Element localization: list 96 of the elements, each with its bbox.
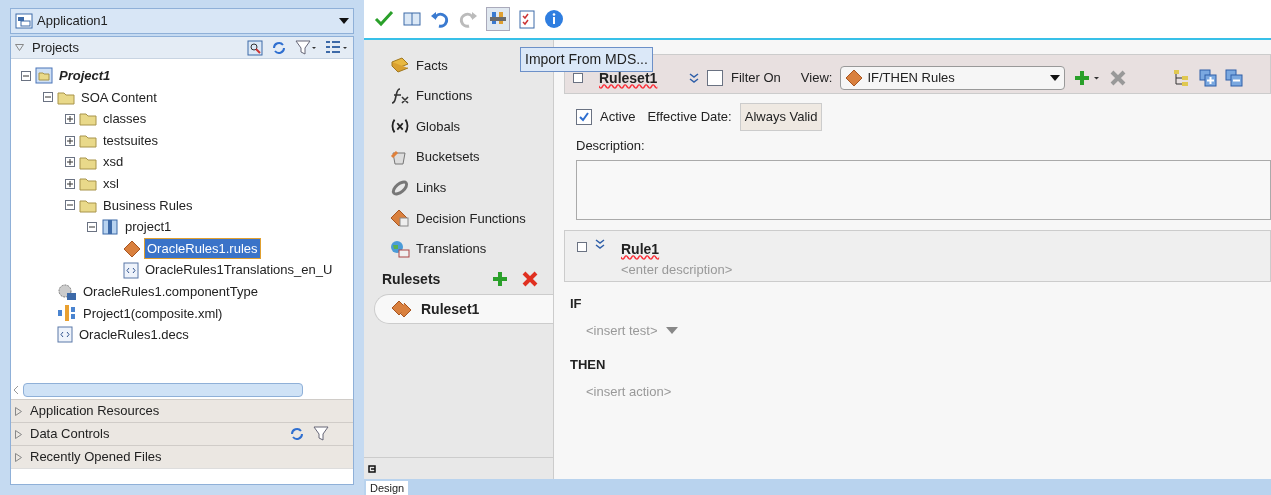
refresh-icon[interactable] [289, 426, 305, 442]
tree-item[interactable]: testsuites [101, 130, 160, 151]
search-icon[interactable] [247, 39, 263, 56]
filter-checkbox[interactable] [707, 70, 723, 86]
expand-triangle-icon[interactable] [15, 429, 22, 439]
list-options-icon[interactable] [325, 39, 349, 56]
xml-file-icon [123, 261, 139, 279]
collapse-icon[interactable] [21, 70, 31, 81]
diamond-icon [123, 239, 141, 258]
nav-item[interactable]: Facts [416, 55, 448, 76]
collapse-icon[interactable] [87, 221, 97, 232]
expand-icon[interactable] [65, 178, 75, 189]
tree-item[interactable]: Project1(composite.xml) [81, 303, 225, 324]
filter-icon[interactable] [313, 426, 329, 442]
checkbox-label: Active [600, 108, 636, 127]
chevron-icon[interactable] [595, 238, 605, 249]
collapse-panel-icon[interactable] [368, 464, 376, 473]
collapse-icon[interactable] [577, 241, 587, 252]
tooltip: Import From MDS... [520, 47, 653, 72]
undo-icon[interactable] [430, 10, 450, 28]
add-icon[interactable] [1073, 69, 1102, 87]
folder-icon [79, 154, 97, 170]
scroll-left-icon[interactable] [13, 385, 19, 395]
folder-icon [79, 197, 97, 213]
rule-title: Rule1 [621, 239, 661, 259]
collapse-triangle-icon[interactable] [15, 44, 24, 51]
dropdown-arrow-icon[interactable] [339, 18, 349, 24]
view-dropdown[interactable]: IF/THEN Rules [840, 66, 1066, 90]
link-icon [390, 178, 410, 197]
window-icon [15, 13, 33, 29]
panel-title: Projects [32, 38, 80, 57]
tree-item[interactable]: Project1 [57, 66, 113, 86]
expand-icon[interactable] [65, 157, 75, 168]
xml-file-icon [57, 326, 73, 344]
globe-icon [390, 239, 410, 258]
expand-triangle-icon[interactable] [15, 452, 22, 462]
nav-item[interactable]: Translations [416, 239, 487, 259]
ruleset-tab[interactable]: Ruleset1 [374, 294, 553, 325]
folder-icon [79, 176, 97, 192]
section-title: Rulesets [382, 269, 442, 289]
function-icon [390, 86, 410, 105]
ruleset-icon [391, 300, 413, 319]
collapse-all-icon[interactable] [1225, 69, 1244, 87]
package-icon [101, 218, 119, 236]
dropdown-arrow-icon [1050, 75, 1061, 81]
section-title: THEN [569, 355, 607, 374]
collapse-icon[interactable] [65, 200, 75, 211]
field-label: View: [800, 69, 833, 88]
expand-triangle-icon[interactable] [15, 406, 22, 416]
nav-item[interactable]: Decision Functions [416, 208, 526, 228]
nav-item[interactable]: Functions [416, 86, 473, 106]
folder-icon [57, 89, 75, 105]
expand-icon[interactable] [65, 114, 75, 124]
tree-item[interactable]: OracleRules1.componentType [81, 282, 260, 302]
delete-icon[interactable] [1109, 69, 1128, 87]
tree-item[interactable]: OracleRules1.decs [77, 325, 191, 345]
tree-item[interactable]: Business Rules [101, 195, 195, 216]
checklist-icon[interactable] [518, 9, 536, 29]
filter-icon[interactable] [295, 39, 317, 56]
description-field[interactable] [576, 159, 1271, 220]
expand-all-icon[interactable] [1199, 69, 1218, 87]
field-label: Description: [575, 137, 646, 155]
composite-icon [57, 304, 77, 323]
info-icon[interactable] [544, 9, 564, 29]
gear-icon [57, 282, 77, 301]
checkbox-label: Filter On [731, 69, 781, 88]
chevron-icon[interactable] [689, 73, 699, 83]
refresh-icon[interactable] [271, 39, 287, 56]
tree-item[interactable]: classes [101, 109, 149, 129]
project-icon [35, 67, 53, 85]
section-title: IF [569, 294, 583, 313]
import-button[interactable] [486, 7, 510, 31]
add-icon[interactable] [491, 270, 509, 289]
collapse-icon[interactable] [573, 73, 583, 83]
tree-item[interactable]: OracleRules1.rules [145, 238, 260, 259]
collapse-icon[interactable] [43, 92, 53, 103]
nav-item[interactable]: Globals [416, 116, 461, 137]
tree-item[interactable]: project1 [123, 217, 174, 237]
checkmark-icon[interactable] [374, 10, 394, 28]
diamond-icon [845, 69, 864, 87]
field-label: Effective Date: [647, 108, 732, 127]
effective-date-button[interactable]: Always Valid [739, 103, 823, 131]
nav-item[interactable]: Bucketsets [416, 147, 480, 167]
application-selector[interactable]: Application1 [10, 8, 354, 34]
expand-icon[interactable] [65, 135, 75, 146]
design-tab[interactable]: Design [366, 481, 409, 495]
nav-item[interactable]: Links [416, 177, 447, 198]
active-checkbox[interactable] [576, 109, 592, 125]
delete-icon[interactable] [521, 270, 539, 289]
folder-icon [79, 111, 97, 127]
diamond-function-icon [390, 209, 410, 228]
tree-item[interactable]: xsd [101, 152, 126, 172]
tree-item[interactable]: SOA Content [79, 87, 159, 108]
folder-icon [79, 133, 97, 149]
tree-item[interactable]: OracleRules1Translations_en_U [143, 260, 335, 280]
tree-item[interactable]: xsl [101, 174, 121, 194]
